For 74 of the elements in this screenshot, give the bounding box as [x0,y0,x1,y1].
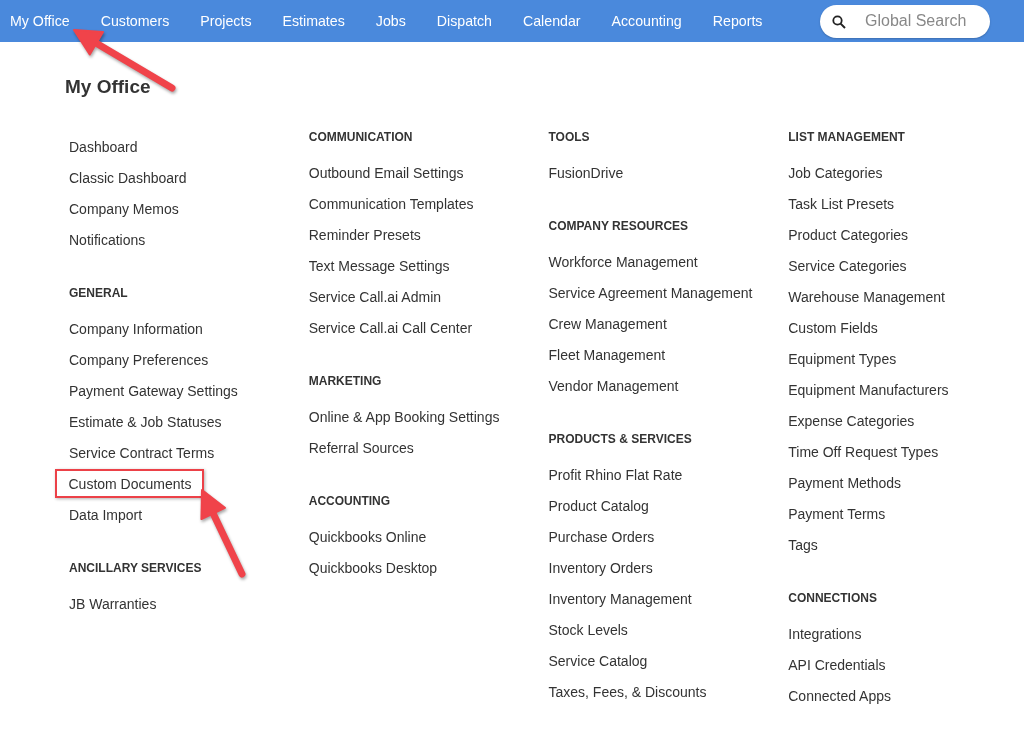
menu-link[interactable]: Time Off Request Types [788,436,939,467]
menu-link[interactable]: Quickbooks Online [308,521,427,552]
menu-link[interactable]: Classic Dashboard [69,162,187,193]
menu-link[interactable]: Integrations [788,618,862,649]
menu-link[interactable]: Text Message Settings [308,250,450,281]
menu-link[interactable]: Fleet Management [548,339,666,370]
nav-tab[interactable]: Jobs [365,0,422,42]
menu-link[interactable]: Connected Apps [788,680,891,711]
menu-link[interactable]: JB Warranties [69,588,157,619]
menu-link[interactable]: Reminder Presets [308,219,421,250]
menu-link[interactable]: Service Contract Terms [69,437,215,468]
global-search-field[interactable]: Global Search [820,4,990,38]
menu-link[interactable]: Notifications [69,224,146,255]
menu-link[interactable]: Workforce Management [548,246,698,277]
menu-link[interactable]: Service Agreement Management [548,277,753,308]
menu-link[interactable]: Task List Presets [788,188,895,219]
nav-tab[interactable]: Estimates [272,0,361,42]
menu-link[interactable]: Payment Terms [788,498,886,529]
menu-link[interactable]: Service Catalog [548,645,648,676]
menu-link[interactable]: Equipment Types [788,343,897,374]
menu-link[interactable]: Expense Categories [788,405,915,436]
nav-tab[interactable]: My Office [0,0,86,42]
menu-link[interactable]: Referral Sources [308,432,414,463]
menu-link[interactable]: Company Memos [69,193,179,224]
menu-link[interactable]: Estimate & Job Statuses [69,406,222,437]
menu-link[interactable]: Stock Levels [548,614,628,645]
menu-link[interactable]: Equipment Manufacturers [788,374,949,405]
menu-link[interactable]: Dashboard [69,131,138,162]
menu-link[interactable]: Profit Rhino Flat Rate [548,459,683,490]
menu-link[interactable]: Outbound Email Settings [308,157,464,188]
menu-link[interactable]: Company Preferences [69,344,209,375]
menu-link[interactable]: Data Import [69,499,143,530]
search-icon [832,14,846,29]
menu-link[interactable]: Custom Documents [55,469,205,498]
menu-link[interactable]: Payment Methods [788,467,902,498]
menu-link[interactable]: Purchase Orders [548,521,655,552]
menu-link[interactable]: Company Information [69,313,203,344]
section-heading: TOOLS [548,129,591,146]
menu-link[interactable]: Service Categories [788,250,907,281]
section-heading: ANCILLARY SERVICES [69,560,203,577]
section-heading: MARKETING [308,373,383,390]
menu-link[interactable]: Service Call.ai Call Center [308,312,473,343]
nav-tab[interactable]: Dispatch [426,0,508,42]
section-heading: ACCOUNTING [308,493,392,510]
menu-link[interactable]: Custom Fields [788,312,878,343]
menu-link[interactable]: Job Categories [788,157,883,188]
section-heading: CONNECTIONS [788,590,878,607]
nav-tab[interactable]: Calendar [512,0,597,42]
menu-link[interactable]: Inventory Management [548,583,692,614]
section-heading: GENERAL [69,285,129,302]
menu-link[interactable]: Crew Management [548,308,667,339]
menu-link[interactable]: Inventory Orders [548,552,653,583]
nav-tab[interactable]: Projects [190,0,268,42]
section-heading: LIST MANAGEMENT [788,129,906,146]
menu-link[interactable]: Product Categories [788,219,909,250]
nav-tab[interactable]: Accounting [601,0,698,42]
menu-link[interactable]: Payment Gateway Settings [69,375,238,406]
menu-link[interactable]: Warehouse Management [788,281,945,312]
menu-link[interactable]: Quickbooks Desktop [308,552,438,583]
menu-link[interactable]: Service Call.ai Admin [308,281,442,312]
menu-link[interactable]: Product Catalog [548,490,649,521]
menu-link[interactable]: FusionDrive [548,157,624,188]
section-heading: PRODUCTS & SERVICES [548,431,693,448]
menu-link[interactable]: Taxes, Fees, & Discounts [548,676,707,707]
menu-link[interactable]: Communication Templates [308,188,474,219]
menu-link[interactable]: Tags [788,529,818,560]
nav-tab[interactable]: Customers [90,0,186,42]
page-title: My Office [65,75,152,99]
section-heading: COMMUNICATION [308,129,414,146]
nav-tab[interactable]: Reports [702,0,779,42]
menu-link[interactable]: Online & App Booking Settings [308,401,500,432]
menu-link[interactable]: Vendor Management [548,370,679,401]
menu-link[interactable]: API Credentials [788,649,886,680]
section-heading: COMPANY RESOURCES [548,218,690,235]
